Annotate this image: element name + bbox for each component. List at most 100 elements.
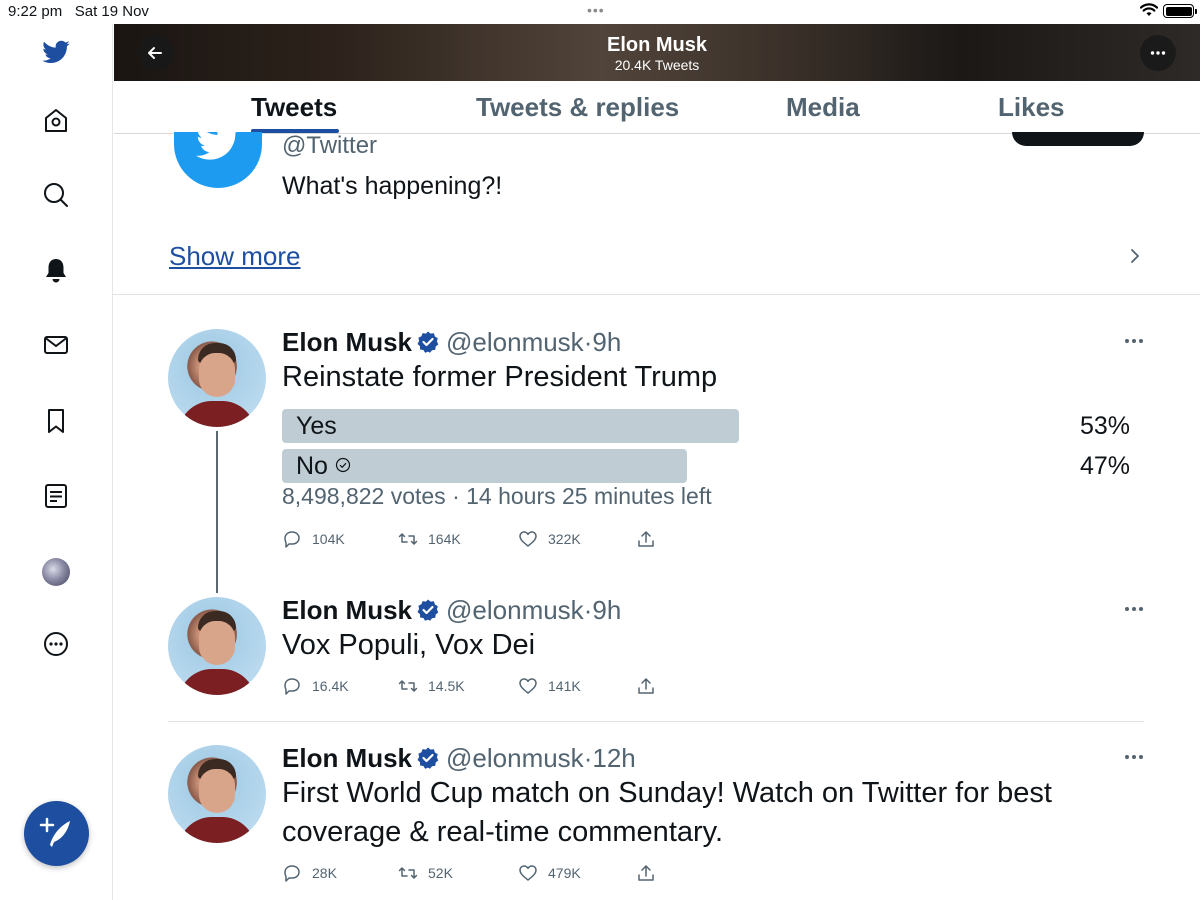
author-name[interactable]: Elon Musk — [282, 743, 412, 773]
tab-likes[interactable]: Likes — [998, 92, 1065, 123]
tweet-more-icon[interactable] — [1123, 754, 1145, 760]
reply-button[interactable]: 28K — [282, 863, 337, 883]
like-count: 479K — [548, 865, 581, 881]
reply-icon — [284, 865, 300, 882]
reply-button[interactable]: 16.4K — [282, 676, 349, 696]
tweet-header: Elon Musk @elonmusk·9h — [282, 595, 622, 625]
like-count: 141K — [548, 678, 581, 694]
like-button[interactable]: 479K — [518, 863, 581, 883]
status-time-date: 9:22 pm Sat 19 Nov — [8, 3, 149, 20]
home-icon[interactable] — [41, 105, 71, 135]
retweet-count: 52K — [428, 865, 453, 881]
twitter-bird-icon — [196, 132, 237, 160]
tweet-actions: 16.4K 14.5K 141K — [282, 676, 682, 700]
author-name[interactable]: Elon Musk — [282, 595, 412, 625]
share-icon — [638, 865, 654, 881]
tweet-header: Elon Musk @elonmusk·9h — [282, 327, 622, 357]
section-divider — [113, 294, 1200, 295]
like-count: 322K — [548, 531, 581, 547]
messages-icon[interactable] — [41, 330, 71, 360]
wifi-icon — [1140, 3, 1158, 16]
author-name[interactable]: Elon Musk — [282, 327, 412, 357]
author-handle: @elonmusk — [446, 327, 584, 357]
thread-connector — [216, 431, 218, 593]
compose-tweet-button[interactable] — [24, 801, 89, 866]
author-handle: @elonmusk — [446, 743, 584, 773]
more-icon[interactable] — [41, 629, 71, 659]
reply-icon — [284, 531, 300, 548]
share-icon — [638, 678, 654, 694]
reply-icon — [284, 678, 300, 695]
profile-avatar[interactable] — [42, 558, 70, 586]
show-more-link[interactable]: Show more — [169, 241, 301, 272]
bookmarks-icon[interactable] — [41, 406, 71, 436]
tweet-count: 20.4K Tweets — [614, 57, 700, 73]
tweet-time: 9h — [592, 595, 622, 625]
share-button[interactable] — [636, 863, 656, 883]
profile-tabs: Tweets Tweets & replies Media Likes — [114, 81, 1200, 134]
author-handle: @elonmusk — [446, 595, 584, 625]
retweet-button[interactable]: 52K — [398, 863, 453, 883]
share-icon — [638, 531, 654, 547]
multitasking-dots[interactable]: ••• — [587, 2, 605, 18]
profile-name-title: Elon Musk — [606, 34, 707, 56]
like-button[interactable]: 322K — [518, 529, 581, 549]
tweet-more-icon[interactable] — [1123, 606, 1145, 612]
tab-tweets-replies[interactable]: Tweets & replies — [476, 92, 679, 123]
lists-icon[interactable] — [41, 481, 71, 511]
profile-more-button[interactable] — [1140, 35, 1176, 71]
tweet-divider — [168, 721, 1144, 722]
reply-count: 104K — [312, 531, 345, 547]
heart-icon — [519, 865, 537, 881]
tweet-more-icon[interactable] — [1123, 338, 1145, 344]
poll-vote-info: 8,498,822 votes · 14 hours 25 minutes le… — [282, 483, 712, 509]
tweet-time: 12h — [592, 743, 636, 773]
tweet-header: Elon Musk @elonmusk·12h — [282, 743, 636, 773]
tweet-text: Vox Populi, Vox Dei — [282, 629, 536, 661]
tab-media[interactable]: Media — [786, 92, 860, 123]
tweet-avatar[interactable] — [168, 597, 266, 695]
chevron-right-icon[interactable] — [1128, 246, 1142, 266]
heart-icon — [519, 531, 537, 547]
retweet-icon — [398, 680, 418, 692]
tab-tweets[interactable]: Tweets — [251, 92, 337, 123]
share-button[interactable] — [636, 529, 656, 549]
like-button[interactable]: 141K — [518, 676, 581, 696]
poll-option-yes: Yes — [296, 412, 337, 440]
reply-button[interactable]: 104K — [282, 529, 345, 549]
verified-badge-icon — [417, 599, 439, 621]
more-horizontal-icon — [1150, 51, 1166, 55]
twitter-logo-icon[interactable] — [41, 37, 71, 67]
check-circle-icon — [335, 457, 351, 473]
sidebar-nav — [0, 24, 113, 900]
suggested-account-bio: What's happening?! — [282, 172, 503, 200]
reply-count: 16.4K — [312, 678, 349, 694]
verified-badge-icon — [417, 331, 439, 353]
retweet-icon — [398, 533, 418, 545]
suggested-account-handle: @Twitter — [282, 132, 378, 159]
tweet-time: 9h — [592, 327, 622, 357]
retweet-button[interactable]: 14.5K — [398, 676, 465, 696]
retweet-button[interactable]: 164K — [398, 529, 461, 549]
search-icon[interactable] — [41, 180, 71, 210]
tweet-avatar[interactable] — [168, 745, 266, 843]
reply-count: 28K — [312, 865, 337, 881]
twitter-account-avatar[interactable] — [174, 132, 262, 188]
profile-header-banner: Elon Musk 20.4K Tweets — [114, 24, 1200, 81]
tweet-text: First World Cup match on Sunday! Watch o… — [282, 777, 1052, 848]
tweet-avatar[interactable] — [168, 329, 266, 427]
heart-icon — [519, 678, 537, 694]
notifications-icon[interactable] — [41, 255, 71, 285]
tweet-actions: 104K 164K 322K — [282, 529, 682, 553]
status-bar: 9:22 pm Sat 19 Nov ••• — [0, 0, 1200, 24]
follow-button[interactable] — [1012, 132, 1144, 146]
tweet-text: Reinstate former President Trump — [282, 361, 718, 393]
retweet-icon — [398, 867, 418, 879]
retweet-count: 164K — [428, 531, 461, 547]
tweet-actions: 28K 52K 479K — [282, 863, 682, 887]
compose-tweet-icon — [39, 817, 70, 847]
poll-bar-yes — [282, 409, 739, 443]
retweet-count: 14.5K — [428, 678, 465, 694]
share-button[interactable] — [636, 676, 656, 696]
verified-badge-icon — [417, 747, 439, 769]
